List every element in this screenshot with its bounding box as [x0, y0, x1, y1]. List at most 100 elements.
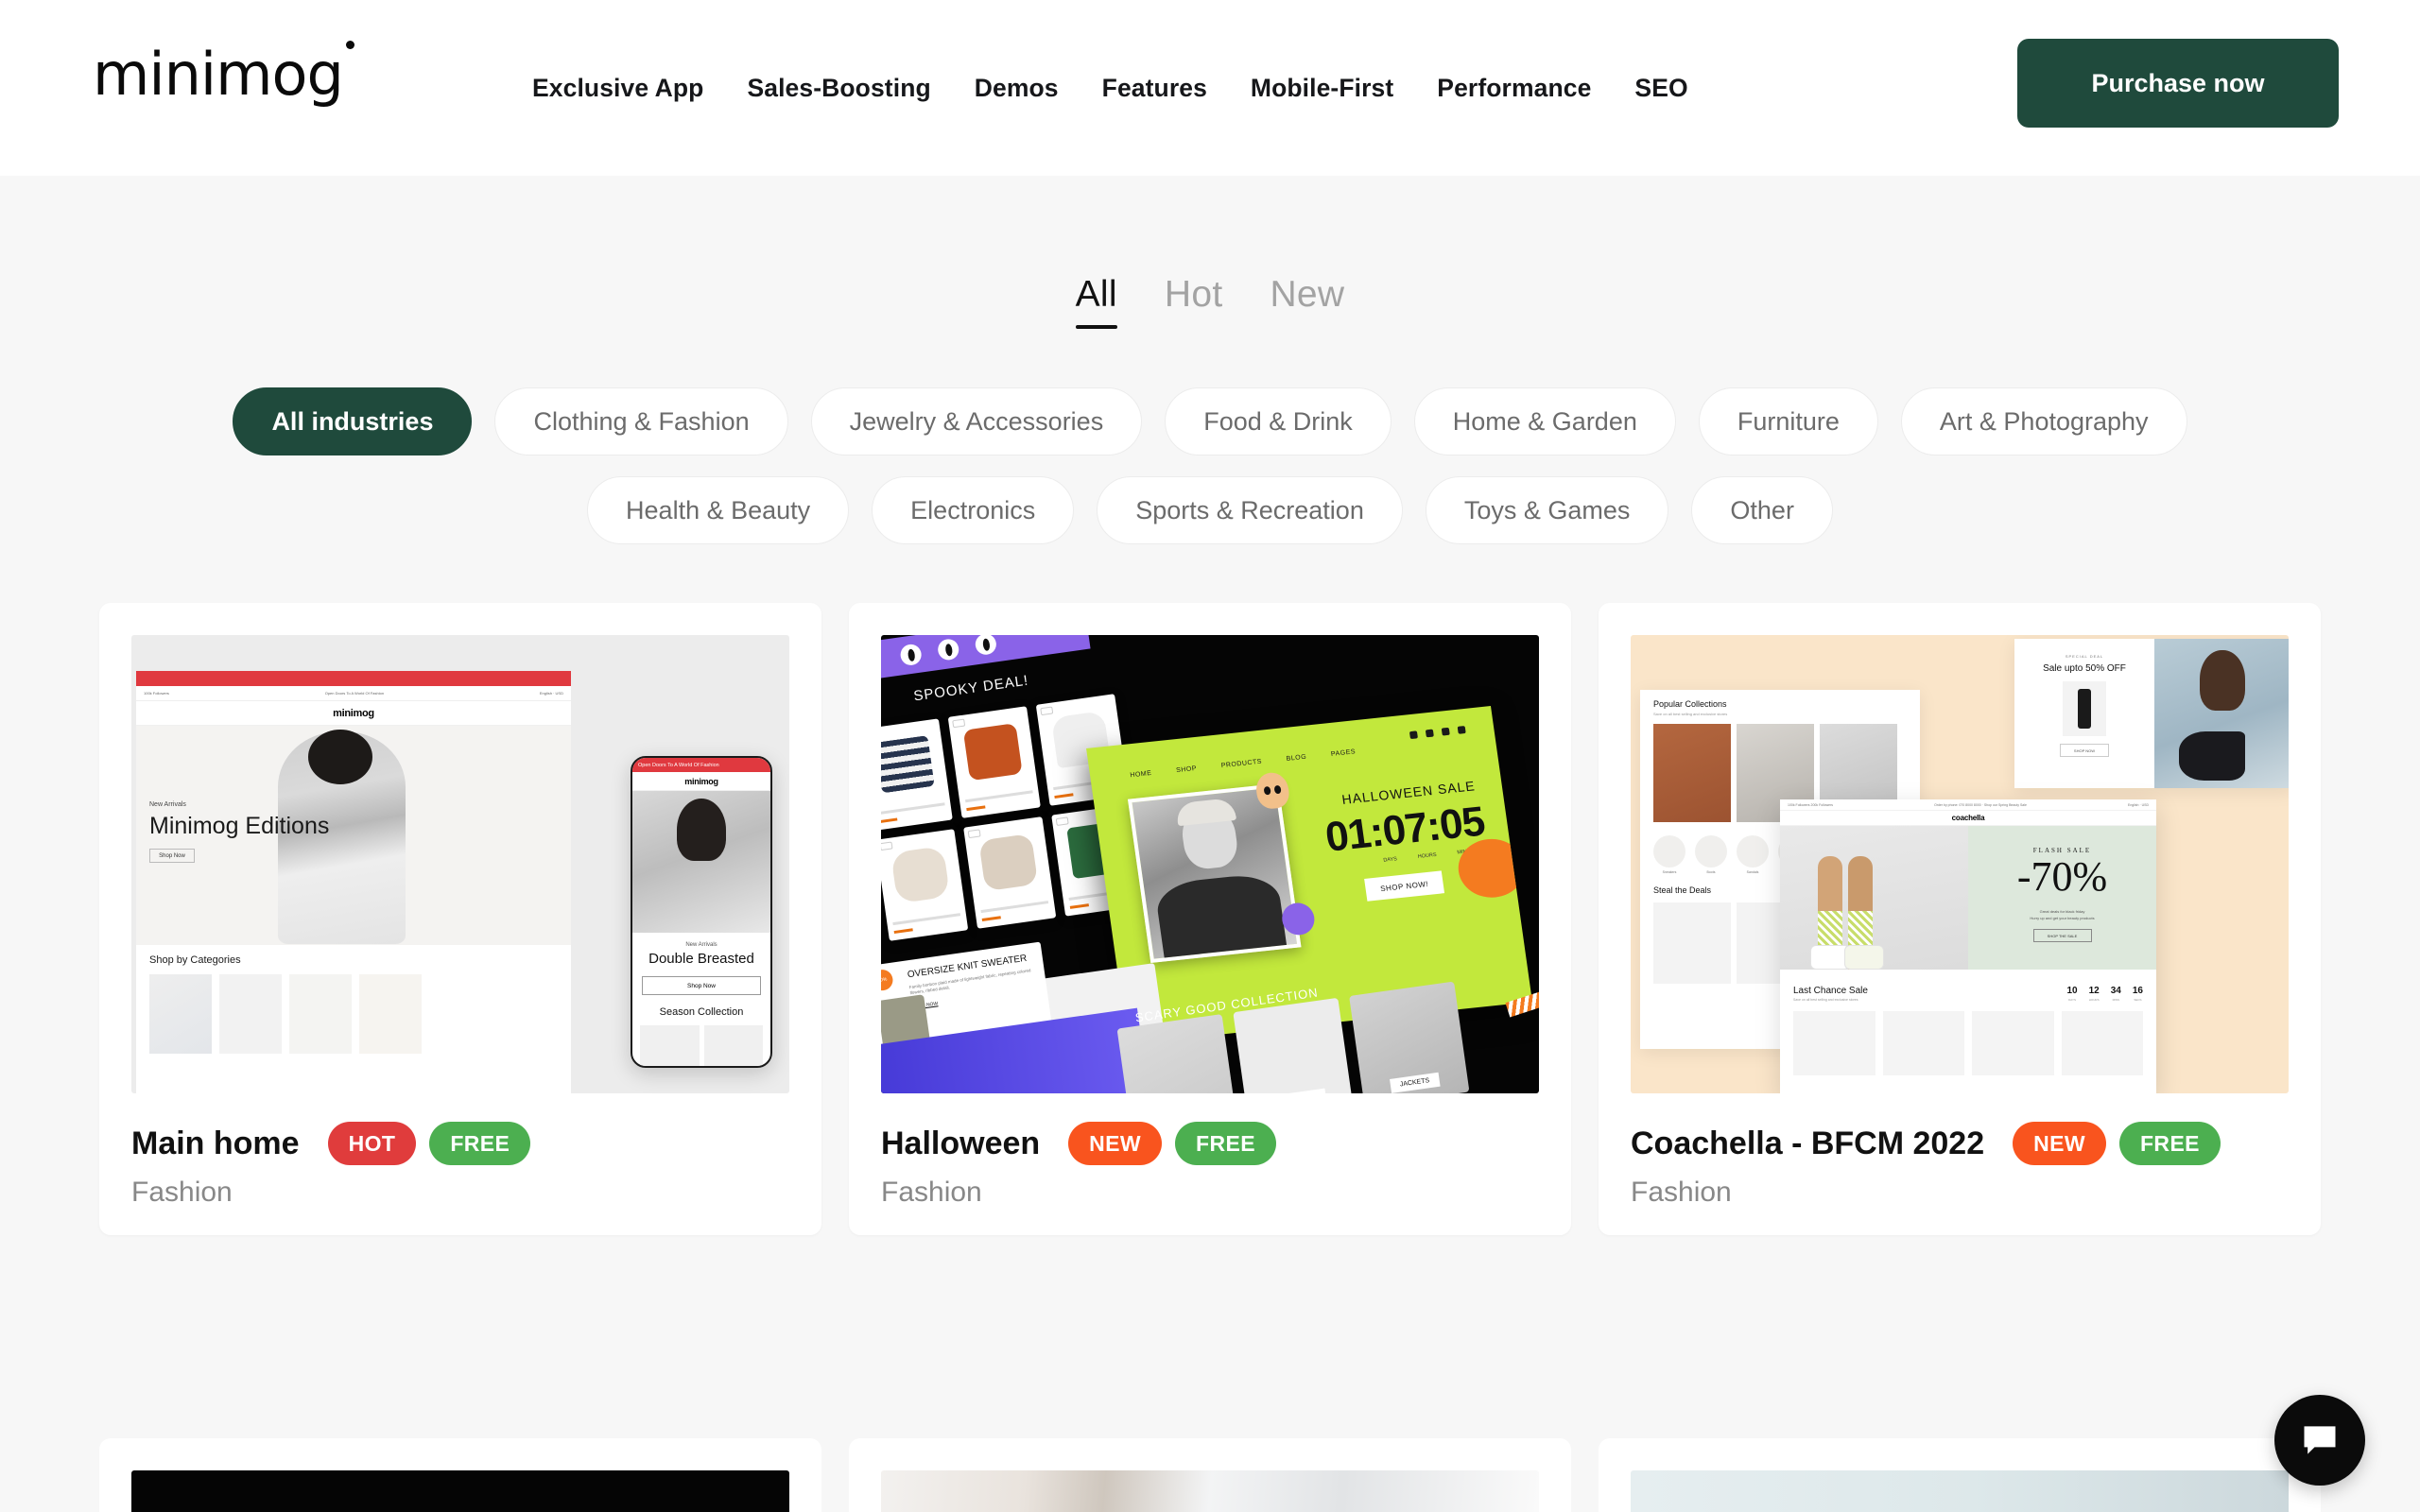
nav-item-exclusive-app[interactable]: Exclusive App [510, 74, 725, 103]
flash-sale-button: SHOP THE SALE [2032, 929, 2092, 942]
chat-widget-button[interactable] [2274, 1395, 2365, 1486]
store-icons [1409, 726, 1466, 740]
card-title-row: Halloween NEW FREE [881, 1122, 1539, 1165]
card-badges: NEW FREE [2013, 1122, 2221, 1165]
eye-icon [936, 637, 960, 662]
collection-tile: JACKETS [1349, 981, 1470, 1093]
filter-furniture[interactable]: Furniture [1698, 387, 1878, 455]
model-coat [1153, 871, 1288, 958]
demo-card-partial[interactable] [99, 1438, 821, 1512]
store-nav: minimog [136, 701, 571, 726]
demo-card-partial[interactable] [1599, 1438, 2321, 1512]
tab-new[interactable]: New [1270, 274, 1344, 329]
hero-model-hair [308, 730, 372, 784]
mobile-model-hair [677, 799, 726, 861]
card-category: Fashion [131, 1177, 233, 1208]
industry-filters: All industries Clothing & Fashion Jewelr… [0, 387, 2420, 544]
logo-text: minimog [93, 40, 344, 109]
store-brand: coachella [1951, 814, 1985, 822]
spooky-deal-label: SPOOKY DEAL! [912, 672, 1030, 705]
filter-home-garden[interactable]: Home & Garden [1413, 387, 1676, 455]
mobile-brand: minimog [632, 772, 770, 791]
demo-card-grid: 100k Followers Open Doors To A World Of … [0, 603, 2420, 1235]
status-badge-free: FREE [429, 1122, 531, 1165]
filter-health-beauty[interactable]: Health & Beauty [587, 476, 850, 544]
filter-jewelry-accessories[interactable]: Jewelry & Accessories [810, 387, 1143, 455]
demo-thumbnail-coachella[interactable]: Popular Collections Save on all best sel… [1631, 635, 2289, 1093]
card-meta: Main home HOT FREE Fashion [131, 1122, 789, 1209]
categories-section: Shop by Categories [136, 945, 571, 1054]
nav-item-performance[interactable]: Performance [1415, 74, 1613, 103]
flash-sale-desc-1: Great deals for black friday [2039, 909, 2085, 914]
card-title-row: Main home HOT FREE [131, 1122, 789, 1165]
main-navigation: Exclusive App Sales-Boosting Demos Featu… [510, 0, 1710, 176]
mobile-mockup: Open Doors To A World Of Fashion minimog… [631, 756, 772, 1068]
mobile-title: Double Breasted [648, 951, 754, 967]
nav-item-sales-boosting[interactable]: Sales-Boosting [725, 74, 952, 103]
last-chance-countdown: 10 DAYS 12 HOURS 34 MINS 16 SECS [2067, 981, 2144, 1002]
special-shop-button: SHOP NOW [2060, 744, 2109, 757]
nav-item-features[interactable]: Features [1080, 74, 1229, 103]
category-tile [359, 974, 422, 1054]
mobile-hero-text: New Arrivals Double Breasted [632, 933, 770, 967]
nav-item-demos[interactable]: Demos [953, 74, 1080, 103]
followers-text: 100k Followers [144, 691, 169, 696]
categories-title: Shop by Categories [149, 954, 241, 966]
search-icon [1425, 729, 1434, 738]
filter-toys-games[interactable]: Toys & Games [1425, 476, 1669, 544]
special-deal-text: SPECIAL DEAL Sale upto 50% OFF SHOP NOW [2014, 639, 2154, 788]
demo-thumbnail-main-home[interactable]: 100k Followers Open Doors To A World Of … [131, 635, 789, 1093]
purchase-now-button[interactable]: Purchase now [2017, 39, 2339, 128]
demo-browser: All Hot New All industries Clothing & Fa… [0, 176, 2420, 1512]
utility-bar: 100k Followers Open Doors To A World Of … [136, 686, 571, 701]
demo-card-partial[interactable] [849, 1438, 1571, 1512]
special-deal-photo [2154, 639, 2289, 788]
chat-bubble-icon [2304, 1426, 2336, 1454]
filter-food-drink[interactable]: Food & Drink [1165, 387, 1392, 455]
cart-icon [1457, 726, 1466, 734]
flash-sale-value: -70% [2016, 853, 2108, 900]
nav-item-seo[interactable]: SEO [1613, 74, 1709, 103]
tab-all[interactable]: All [1075, 274, 1118, 329]
demo-thumbnail-partial[interactable] [881, 1470, 1539, 1512]
utility-bar: 100k Followers 200k Followers Order by p… [1780, 799, 2156, 811]
card-meta: Coachella - BFCM 2022 NEW FREE Fashion [1631, 1122, 2289, 1209]
last-chance-products [1780, 1002, 2156, 1075]
filter-sports-recreation[interactable]: Sports & Recreation [1097, 476, 1403, 544]
filter-tabs: All Hot New [0, 176, 2420, 329]
nav-item-mobile-first[interactable]: Mobile-First [1229, 74, 1415, 103]
card-title: Coachella - BFCM 2022 [1631, 1125, 1985, 1161]
category-tiles [149, 974, 558, 1054]
mobile-section-title: Season Collection [659, 1006, 744, 1018]
demo-card-coachella[interactable]: Popular Collections Save on all best sel… [1599, 603, 2321, 1235]
category-circle: Sandals [1737, 835, 1769, 874]
card-badges: NEW FREE [1068, 1122, 1276, 1165]
card-title: Halloween [881, 1125, 1041, 1161]
hero-title: Minimog Editions [149, 813, 330, 839]
demo-thumbnail-partial[interactable] [1631, 1470, 2289, 1512]
store-nav: coachella [1780, 811, 2156, 826]
tab-hot[interactable]: Hot [1165, 274, 1223, 329]
eye-strip-decoration [881, 635, 1091, 682]
filter-electronics[interactable]: Electronics [872, 476, 1075, 544]
demo-thumbnail-halloween[interactable]: SPOOKY DEAL! HOME SHOP PRODUCTS BLOG PAGES [881, 635, 1539, 1093]
demo-card-main-home[interactable]: 100k Followers Open Doors To A World Of … [99, 603, 821, 1235]
filter-clothing-fashion[interactable]: Clothing & Fashion [494, 387, 788, 455]
card-category: Fashion [881, 1177, 982, 1208]
status-badge-new: NEW [2013, 1122, 2106, 1165]
demo-card-halloween[interactable]: SPOOKY DEAL! HOME SHOP PRODUCTS BLOG PAGES [849, 603, 1571, 1235]
status-badge-free: FREE [1175, 1122, 1276, 1165]
filter-art-photography[interactable]: Art & Photography [1900, 387, 2187, 455]
filter-all-industries[interactable]: All industries [233, 387, 473, 455]
mobile-announcement-bar: Open Doors To A World Of Fashion [632, 758, 770, 772]
locale-text: English · USD [539, 691, 563, 696]
popular-collections-title: Popular Collections [1653, 699, 1727, 709]
last-chance-sub: Save on all best selling and exclusive s… [1793, 998, 1858, 1002]
minimog-logo[interactable]: minimog [93, 41, 354, 104]
mobile-shop-button: Shop Now [642, 976, 761, 995]
product-card [2061, 1011, 2143, 1075]
demo-thumbnail-partial[interactable] [131, 1470, 789, 1512]
filter-other[interactable]: Other [1691, 476, 1833, 544]
card-title: Main home [131, 1125, 300, 1161]
site-header: minimog Exclusive App Sales-Boosting Dem… [0, 0, 2420, 176]
